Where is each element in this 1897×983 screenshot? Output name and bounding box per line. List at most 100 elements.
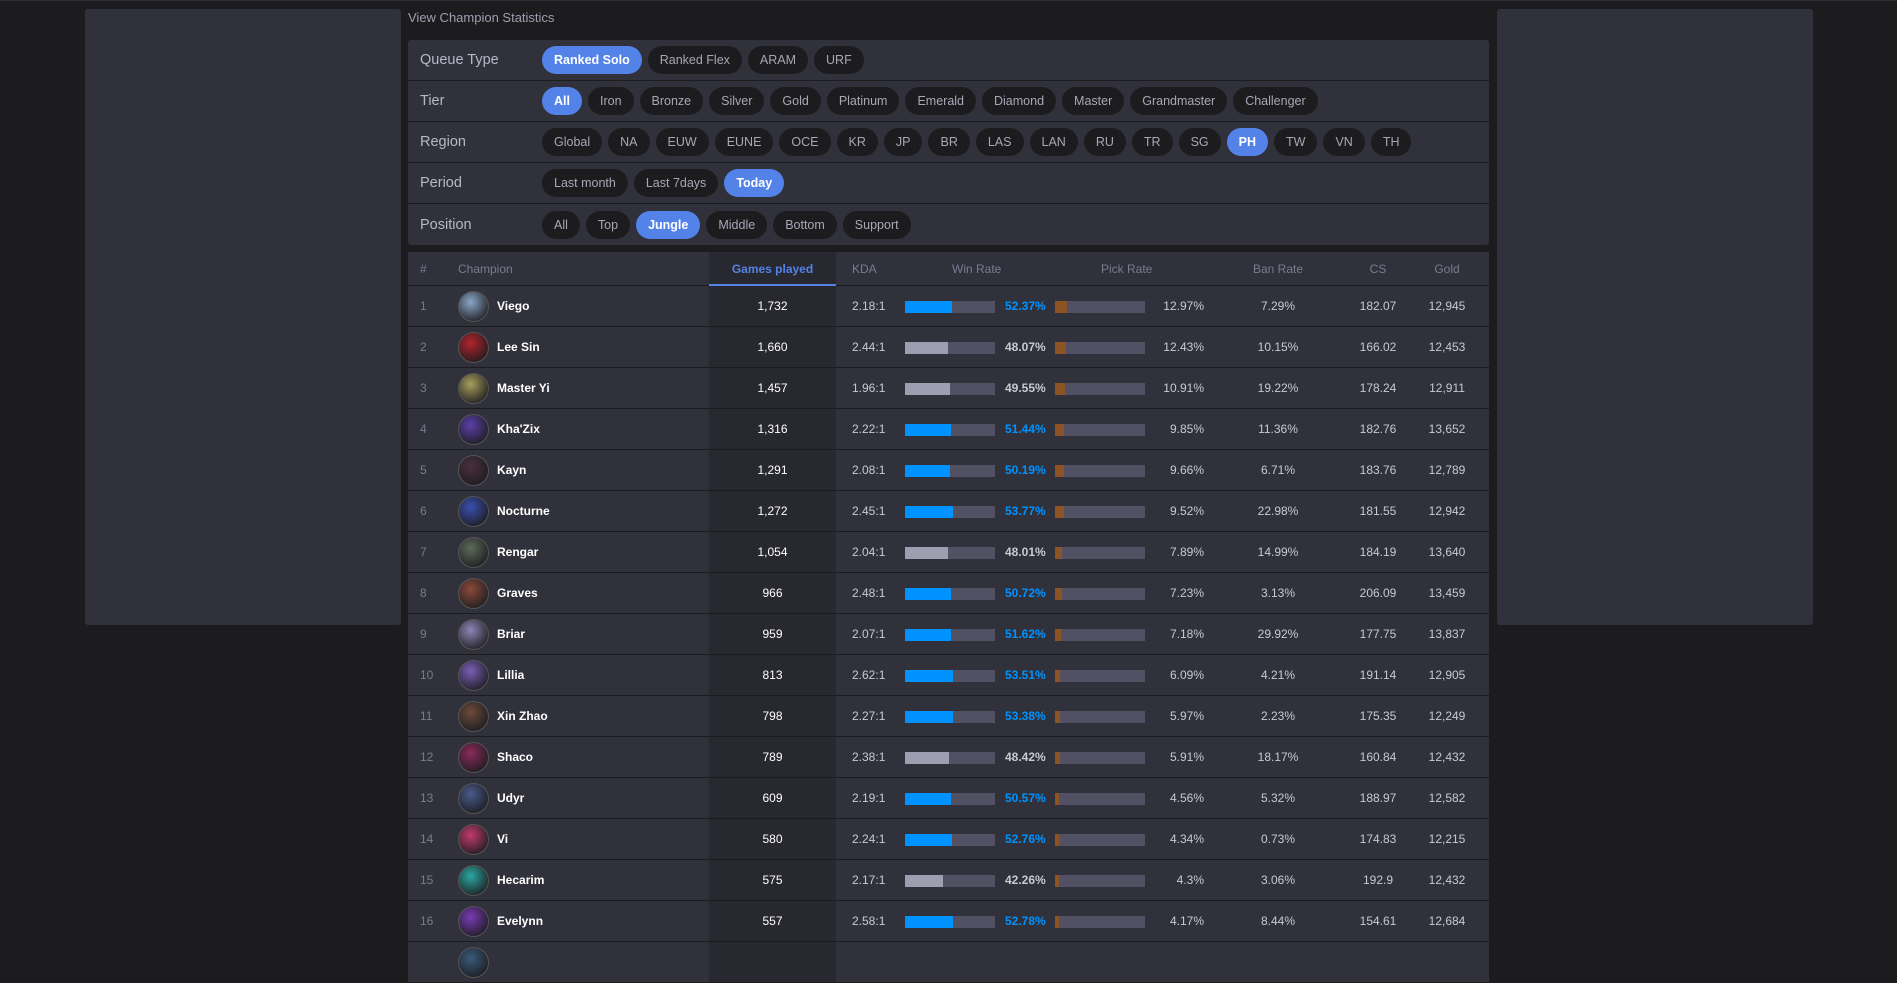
filter-chip-region-ph[interactable]: PH xyxy=(1226,128,1268,156)
filter-chip-tier-all[interactable]: All xyxy=(542,87,582,115)
champion-name[interactable]: Rengar xyxy=(497,532,538,572)
table-row[interactable]: 5 Kayn 1,291 2.08:1 50.19% 9.66% 6.71% 183.76 12… xyxy=(408,450,1489,491)
champion-name[interactable]: Xin Zhao xyxy=(497,696,548,736)
champion-avatar[interactable] xyxy=(458,824,489,855)
champion-avatar[interactable] xyxy=(458,660,489,691)
table-row[interactable]: 3 Master Yi 1,457 1.96:1 49.55% 10.91% 19.22% 1… xyxy=(408,368,1489,409)
header-kda[interactable]: KDA xyxy=(852,252,877,286)
filter-chip-region-th[interactable]: TH xyxy=(1370,128,1412,156)
champion-name[interactable]: Evelynn xyxy=(497,901,543,941)
champion-avatar[interactable] xyxy=(458,537,489,568)
filter-chip-period-last-month[interactable]: Last month xyxy=(542,169,628,197)
pick-rate-bar-fill xyxy=(1055,424,1064,436)
filter-chip-region-lan[interactable]: LAN xyxy=(1029,128,1078,156)
table-row[interactable]: 12 Shaco 789 2.38:1 48.42% 5.91% 18.17% 160.84 1… xyxy=(408,737,1489,778)
champion-avatar[interactable] xyxy=(458,701,489,732)
filter-chip-queue-type-aram[interactable]: ARAM xyxy=(747,46,809,74)
champion-name[interactable]: Lillia xyxy=(497,655,524,695)
header-pick-rate[interactable]: Pick Rate xyxy=(1101,252,1152,286)
filter-chip-tier-diamond[interactable]: Diamond xyxy=(982,87,1057,115)
filter-chip-position-middle[interactable]: Middle xyxy=(706,210,768,239)
table-row[interactable]: 9 Briar 959 2.07:1 51.62% 7.18% 29.92% 177.75 13… xyxy=(408,614,1489,655)
table-row[interactable]: 2 Lee Sin 1,660 2.44:1 48.07% 12.43% 10.15% 166… xyxy=(408,327,1489,368)
filter-chip-region-sg[interactable]: SG xyxy=(1178,128,1221,156)
filter-chip-queue-type-ranked-flex[interactable]: Ranked Flex xyxy=(647,46,742,74)
filter-chip-period-last-7days[interactable]: Last 7days xyxy=(633,169,719,197)
header-win-rate[interactable]: Win Rate xyxy=(952,252,1001,286)
filter-chip-position-all[interactable]: All xyxy=(542,210,580,239)
champion-name[interactable]: Hecarim xyxy=(497,860,544,900)
champion-name[interactable]: Shaco xyxy=(497,737,533,777)
filter-chip-region-tw[interactable]: TW xyxy=(1274,128,1318,156)
filter-chip-queue-type-urf[interactable]: URF xyxy=(814,46,864,74)
filter-chip-region-eune[interactable]: EUNE xyxy=(714,128,774,156)
filter-chip-region-ru[interactable]: RU xyxy=(1083,128,1126,156)
filter-chip-region-na[interactable]: NA xyxy=(608,128,650,156)
champion-avatar[interactable] xyxy=(458,291,489,322)
filter-chip-region-oce[interactable]: OCE xyxy=(779,128,831,156)
filter-chip-tier-master[interactable]: Master xyxy=(1062,87,1125,115)
filter-chip-tier-gold[interactable]: Gold xyxy=(770,87,821,115)
table-row[interactable]: 10 Lillia 813 2.62:1 53.51% 6.09% 4.21% 191.14 1… xyxy=(408,655,1489,696)
header-cs[interactable]: CS xyxy=(1348,252,1408,286)
filter-chip-region-euw[interactable]: EUW xyxy=(655,128,709,156)
filter-chip-tier-emerald[interactable]: Emerald xyxy=(905,87,976,115)
filter-chip-region-br[interactable]: BR xyxy=(928,128,970,156)
champion-name[interactable]: Udyr xyxy=(497,778,524,818)
filter-chip-tier-challenger[interactable]: Challenger xyxy=(1233,87,1318,115)
filter-chip-period-today[interactable]: Today xyxy=(724,169,785,197)
champion-name[interactable]: Kha'Zix xyxy=(497,409,540,449)
table-row[interactable]: 1 Viego 1,732 2.18:1 52.37% 12.97% 7.29% 182.07… xyxy=(408,286,1489,327)
table-row[interactable]: 6 Nocturne 1,272 2.45:1 53.77% 9.52% 22.98% 181… xyxy=(408,491,1489,532)
champion-avatar[interactable] xyxy=(458,455,489,486)
filter-chip-tier-silver[interactable]: Silver xyxy=(709,87,765,115)
champion-name[interactable]: Kayn xyxy=(497,450,526,490)
table-row[interactable]: 7 Rengar 1,054 2.04:1 48.01% 7.89% 14.99% 184.1… xyxy=(408,532,1489,573)
champion-name[interactable]: Vi xyxy=(497,819,508,859)
filter-chip-tier-bronze[interactable]: Bronze xyxy=(639,87,704,115)
filter-chip-tier-platinum[interactable]: Platinum xyxy=(826,87,900,115)
champion-name[interactable]: Viego xyxy=(497,286,529,326)
table-row[interactable]: 13 Udyr 609 2.19:1 50.57% 4.56% 5.32% 188.97 12,… xyxy=(408,778,1489,819)
header-champion[interactable]: Champion xyxy=(458,252,513,286)
champion-name[interactable]: Nocturne xyxy=(497,491,550,531)
table-row[interactable] xyxy=(408,942,1489,983)
champion-avatar[interactable] xyxy=(458,906,489,937)
table-row[interactable]: 15 Hecarim 575 2.17:1 42.26% 4.3% 3.06% 192.9 12… xyxy=(408,860,1489,901)
filter-chip-region-vn[interactable]: VN xyxy=(1323,128,1365,156)
filter-chip-region-global[interactable]: Global xyxy=(542,128,603,156)
champion-avatar[interactable] xyxy=(458,373,489,404)
champion-avatar[interactable] xyxy=(458,414,489,445)
filter-chip-region-tr[interactable]: TR xyxy=(1131,128,1173,156)
champion-name[interactable]: Graves xyxy=(497,573,538,613)
filter-chip-region-kr[interactable]: KR xyxy=(836,128,878,156)
champion-name[interactable]: Briar xyxy=(497,614,525,654)
champion-name[interactable]: Lee Sin xyxy=(497,327,540,367)
filter-chip-position-bottom[interactable]: Bottom xyxy=(773,210,837,239)
table-row[interactable]: 16 Evelynn 557 2.58:1 52.78% 4.17% 8.44% 154.61… xyxy=(408,901,1489,942)
filter-chip-region-jp[interactable]: JP xyxy=(883,128,923,156)
filter-chip-position-jungle[interactable]: Jungle xyxy=(636,210,701,239)
filter-chip-tier-iron[interactable]: Iron xyxy=(587,87,634,115)
filter-chip-tier-grandmaster[interactable]: Grandmaster xyxy=(1130,87,1228,115)
table-row[interactable]: 4 Kha'Zix 1,316 2.22:1 51.44% 9.85% 11.36% 182.… xyxy=(408,409,1489,450)
champion-avatar[interactable] xyxy=(458,619,489,650)
table-row[interactable]: 11 Xin Zhao 798 2.27:1 53.38% 5.97% 2.23% 175.3… xyxy=(408,696,1489,737)
filter-chip-position-support[interactable]: Support xyxy=(842,210,911,239)
table-row[interactable]: 8 Graves 966 2.48:1 50.72% 7.23% 3.13% 206.09 13… xyxy=(408,573,1489,614)
filter-chip-position-top[interactable]: Top xyxy=(585,210,631,239)
champion-avatar[interactable] xyxy=(458,865,489,896)
filter-chip-queue-type-ranked-solo[interactable]: Ranked Solo xyxy=(542,46,642,74)
header-gold[interactable]: Gold xyxy=(1417,252,1477,286)
filter-chip-region-las[interactable]: LAS xyxy=(975,128,1024,156)
champion-avatar[interactable] xyxy=(458,496,489,527)
champion-avatar[interactable] xyxy=(458,742,489,773)
header-ban-rate[interactable]: Ban Rate xyxy=(1248,252,1308,286)
champion-avatar[interactable] xyxy=(458,332,489,363)
table-row[interactable]: 14 Vi 580 2.24:1 52.76% 4.34% 0.73% 174.83 12,21… xyxy=(408,819,1489,860)
champion-name[interactable]: Master Yi xyxy=(497,368,550,408)
champion-avatar[interactable] xyxy=(458,947,489,978)
header-games-played[interactable]: Games played xyxy=(709,252,836,286)
champion-avatar[interactable] xyxy=(458,578,489,609)
champion-avatar[interactable] xyxy=(458,783,489,814)
